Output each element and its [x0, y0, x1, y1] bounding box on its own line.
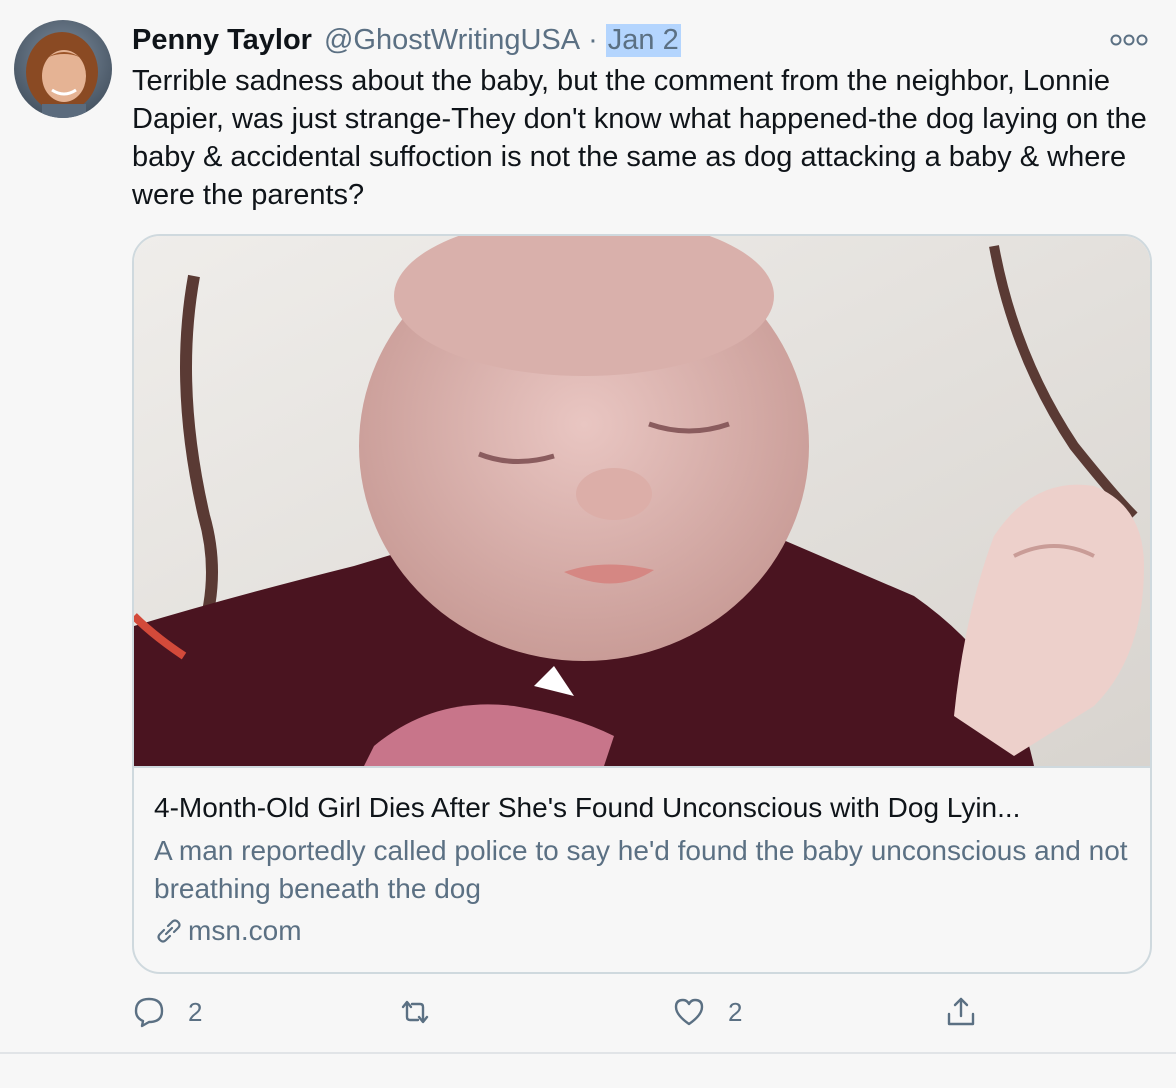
card-title[interactable]: 4-Month-Old Girl Dies After She's Found … [154, 790, 1130, 826]
tweet-header: Penny Taylor @GhostWritingUSA · Jan 2 [132, 20, 681, 60]
share-icon [947, 997, 975, 1026]
tweet-date[interactable]: Jan 2 [605, 23, 681, 57]
tweet[interactable]: Penny Taylor @GhostWritingUSA · Jan 2 Te… [0, 0, 1176, 1054]
tweet-actions: 2 2 [132, 992, 1132, 1032]
retweet-icon [401, 1000, 429, 1024]
separator: · [588, 23, 598, 56]
card-domain: msn.com [188, 915, 302, 946]
author-name[interactable]: Penny Taylor [132, 24, 312, 57]
more-icon[interactable] [1110, 26, 1148, 54]
like-button[interactable]: 2 [672, 992, 742, 1032]
card-description: A man reportedly called police to say he… [154, 835, 1128, 904]
tweet-text: Terrible sadness about the baby, but the… [132, 65, 1147, 211]
share-button[interactable] [944, 992, 978, 1032]
retweet-button[interactable] [398, 992, 454, 1032]
avatar[interactable] [14, 20, 112, 118]
like-count: 2 [728, 996, 743, 1027]
reply-icon [134, 997, 164, 1028]
card-image[interactable] [134, 236, 1150, 768]
card-source[interactable]: msn.com [154, 912, 302, 950]
link-card[interactable]: 4-Month-Old Girl Dies After She's Found … [132, 234, 1152, 974]
reply-count: 2 [188, 996, 203, 1027]
like-icon [674, 998, 704, 1026]
author-handle[interactable]: @GhostWritingUSA [324, 24, 580, 57]
link-icon [157, 919, 181, 943]
reply-button[interactable]: 2 [132, 992, 202, 1032]
